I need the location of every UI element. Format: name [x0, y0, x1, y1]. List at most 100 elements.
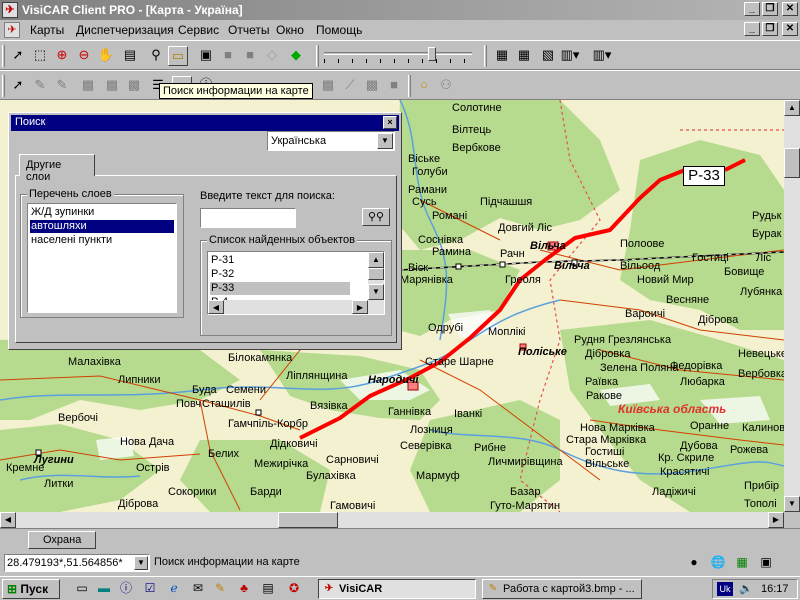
palette-icon[interactable]: ◆	[286, 46, 306, 66]
tab-guard[interactable]: Охрана	[28, 531, 97, 549]
found-objects-list[interactable]: Р-31 Р-32 Р-33 Р-4 ▲ ▼ ◀ ▶	[207, 251, 385, 315]
toolbar-grip[interactable]	[2, 75, 5, 97]
grey-square-icon[interactable]: ■	[218, 46, 238, 66]
speaker-icon[interactable]: 🔈	[739, 582, 753, 596]
task-visicar[interactable]: ✈ VisiCAR	[318, 579, 476, 599]
grid-icon[interactable]: ▩	[78, 76, 98, 96]
tab-other-layers[interactable]: Другие слои	[19, 154, 95, 183]
quicklaunch-icon[interactable]: ▭	[74, 581, 90, 597]
start-button[interactable]: ⊞ Пуск	[2, 579, 60, 599]
layers-list[interactable]: Ж/Д зупинки автошляхи населені пункти	[27, 203, 177, 313]
coordinates-select[interactable]: 28.479193*,51.564856* ▼	[4, 554, 150, 572]
found-list-vthumb[interactable]	[368, 268, 384, 280]
mail-icon[interactable]: ✉	[190, 581, 206, 597]
vertical-scroll-thumb[interactable]	[784, 148, 800, 178]
pan-hand-icon[interactable]: ✋	[96, 46, 116, 66]
grey-square-icon[interactable]: ■	[240, 46, 260, 66]
grid-icon[interactable]: ▩	[362, 76, 382, 96]
scroll-left-arrow-icon[interactable]: ◀	[208, 300, 224, 314]
menu-maps[interactable]: Карты	[30, 23, 64, 37]
dialog-titlebar[interactable]: Поиск ×	[11, 115, 399, 131]
toolbar-grip[interactable]	[484, 45, 487, 67]
menu-service[interactable]: Сервис	[178, 23, 219, 37]
zoom-out-icon[interactable]: ⊖	[74, 46, 94, 66]
list-item[interactable]: Р-32	[210, 268, 350, 281]
network-icon[interactable]: ▣	[758, 555, 774, 571]
print-icon[interactable]: ▥▾	[560, 46, 580, 66]
task-paint[interactable]: ✎ Работа с картой3.bmp - ...	[482, 579, 642, 599]
found-list-vscroll[interactable]: ▲ ▼	[368, 252, 384, 300]
grid-icon[interactable]: ▩	[102, 76, 122, 96]
toolbar-grip[interactable]	[2, 45, 5, 67]
search-binoculars-button[interactable]: ⚲⚲	[362, 208, 390, 226]
print-icon[interactable]: ▥▾	[592, 46, 612, 66]
quicklaunch-icon[interactable]: ✪	[286, 581, 302, 597]
report-icon[interactable]: ▦	[492, 46, 512, 66]
horizontal-scroll-thumb[interactable]	[278, 512, 338, 528]
chevron-down-icon[interactable]: ▼	[134, 556, 148, 570]
doc-restore-button[interactable]: ❐	[762, 22, 778, 36]
quicklaunch-icon[interactable]: ☑	[142, 581, 158, 597]
scroll-left-arrow-icon[interactable]: ◀	[0, 512, 16, 528]
toolbar-grip[interactable]	[408, 75, 411, 97]
quicklaunch-icon[interactable]: ▬	[96, 581, 112, 597]
maximize-button[interactable]: ❐	[762, 2, 778, 16]
edit-icon[interactable]: ✎	[30, 76, 50, 96]
found-list-hscroll[interactable]: ◀ ▶	[208, 300, 384, 314]
quicklaunch-icon[interactable]: ▤	[260, 581, 276, 597]
chevron-down-icon[interactable]: ▼	[377, 133, 393, 149]
scroll-right-arrow-icon[interactable]: ▶	[352, 300, 368, 314]
menu-help[interactable]: Помощь	[316, 23, 362, 37]
paint-icon[interactable]: ✎	[212, 581, 228, 597]
binoculars-icon[interactable]: ⚲	[146, 46, 166, 66]
doc-close-button[interactable]: ✕	[782, 22, 798, 36]
doc-minimize-button[interactable]: _	[744, 22, 760, 36]
grid-icon[interactable]: ▩	[318, 76, 338, 96]
list-item[interactable]: Ж/Д зупинки	[30, 206, 174, 219]
map-check-icon[interactable]: ▦	[734, 555, 750, 571]
clock[interactable]: 16:17	[761, 583, 789, 595]
report-icon[interactable]: ▧	[538, 46, 558, 66]
list-item[interactable]: Р-33	[210, 282, 350, 295]
ie-icon[interactable]: ℯ	[166, 581, 182, 597]
layers-icon[interactable]: ▤	[120, 46, 140, 66]
scroll-up-arrow-icon[interactable]: ▲	[784, 100, 800, 116]
grey-square-icon[interactable]: ■	[384, 76, 404, 96]
map-vertical-scrollbar[interactable]: ▲ ▼	[784, 100, 800, 512]
menu-dispatch[interactable]: Диспетчеризация	[76, 23, 174, 37]
line-icon[interactable]: ⟋	[340, 76, 360, 96]
list-item[interactable]: Р-31	[210, 254, 350, 267]
document-icon[interactable]: ✈	[4, 22, 20, 38]
dialog-close-button[interactable]: ×	[383, 116, 397, 129]
menu-reports[interactable]: Отчеты	[228, 23, 269, 37]
window-titlebar[interactable]: ✈ VisiCAR Client PRO - [Карта - Україна]…	[0, 0, 800, 20]
folder-icon[interactable]: ▭	[168, 46, 188, 66]
save-icon[interactable]: ▣	[196, 46, 216, 66]
eraser-icon[interactable]: ◇	[262, 46, 282, 66]
language-select[interactable]: Українська ▼	[267, 131, 395, 151]
minimize-button[interactable]: _	[744, 2, 760, 16]
quicklaunch-icon[interactable]: ♣	[236, 581, 252, 597]
zoom-slider[interactable]	[324, 47, 474, 65]
zoom-in-icon[interactable]: ⊕	[52, 46, 72, 66]
scroll-right-arrow-icon[interactable]: ▶	[768, 512, 784, 528]
map-horizontal-scrollbar[interactable]: ◀ ▶	[0, 512, 784, 528]
circle-icon[interactable]: ○	[414, 76, 434, 96]
group-icon[interactable]: ⚇	[436, 76, 456, 96]
report-icon[interactable]: ▦	[514, 46, 534, 66]
edit-icon[interactable]: ✎	[52, 76, 72, 96]
scroll-down-arrow-icon[interactable]: ▼	[784, 496, 800, 512]
globe-icon[interactable]: 🌐	[710, 555, 726, 571]
language-indicator[interactable]: Uk	[717, 582, 733, 596]
toolbar-grip[interactable]	[316, 45, 319, 67]
grid-icon[interactable]: ▩	[124, 76, 144, 96]
info-icon[interactable]: ⓘ	[118, 581, 134, 597]
cursor-icon[interactable]: ➚	[8, 76, 28, 96]
menu-window[interactable]: Окно	[276, 23, 304, 37]
cursor-icon[interactable]: ➚	[8, 46, 28, 66]
list-item[interactable]: автошляхи	[30, 220, 174, 233]
scroll-up-arrow-icon[interactable]: ▲	[368, 252, 384, 268]
close-button[interactable]: ✕	[782, 2, 798, 16]
list-item[interactable]: населені пункти	[30, 234, 174, 247]
scroll-down-arrow-icon[interactable]: ▼	[368, 284, 384, 300]
